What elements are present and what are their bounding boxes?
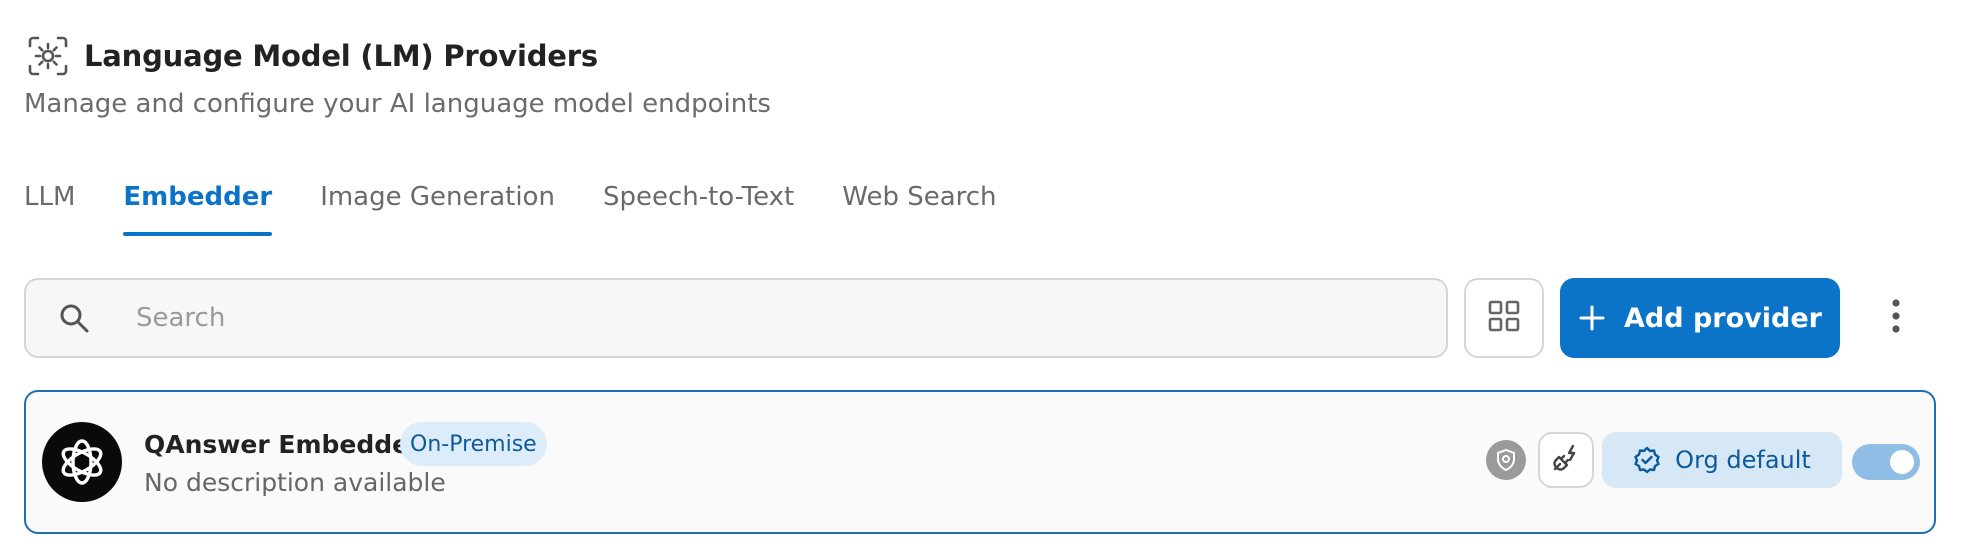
settings-box-icon — [24, 32, 72, 80]
more-options-button[interactable] — [1876, 296, 1916, 340]
provider-name: QAnswer Embedder — [144, 430, 422, 459]
grid-view-button[interactable] — [1464, 278, 1544, 358]
openai-logo-icon — [42, 422, 122, 502]
provider-card[interactable]: QAnswer Embedder On-Premise No descripti… — [24, 390, 1936, 534]
add-provider-button[interactable]: Add provider — [1560, 278, 1840, 358]
org-default-label: Org default — [1675, 446, 1811, 474]
tab-embedder[interactable]: Embedder — [123, 178, 272, 240]
page-header: Language Model (LM) Providers — [24, 32, 598, 80]
toggle-knob — [1890, 450, 1914, 474]
more-vertical-icon — [1891, 299, 1901, 337]
page-title: Language Model (LM) Providers — [84, 39, 598, 73]
verified-check-icon — [1633, 446, 1661, 474]
org-default-button[interactable]: Org default — [1602, 432, 1842, 488]
tab-web-search[interactable]: Web Search — [842, 178, 996, 240]
deployment-badge: On-Premise — [400, 422, 547, 466]
provider-description: No description available — [144, 468, 446, 497]
tab-llm[interactable]: LLM — [24, 178, 75, 240]
search-icon — [56, 300, 92, 336]
page: Language Model (LM) Providers Manage and… — [0, 0, 1962, 540]
provider-enabled-toggle[interactable] — [1852, 444, 1920, 480]
plug-icon — [1551, 443, 1581, 477]
search-input[interactable] — [136, 303, 1336, 333]
add-provider-label: Add provider — [1624, 302, 1822, 334]
plus-icon — [1578, 304, 1606, 332]
connection-test-button[interactable] — [1538, 432, 1594, 488]
grid-view-icon — [1487, 299, 1521, 337]
tab-speech-to-text[interactable]: Speech-to-Text — [603, 178, 794, 240]
shield-icon — [1486, 440, 1526, 480]
provider-type-tabs: LLM Embedder Image Generation Speech-to-… — [24, 178, 1045, 240]
tab-image-generation[interactable]: Image Generation — [320, 178, 555, 240]
search-box[interactable] — [24, 278, 1448, 358]
page-subtitle: Manage and configure your AI language mo… — [24, 89, 771, 119]
